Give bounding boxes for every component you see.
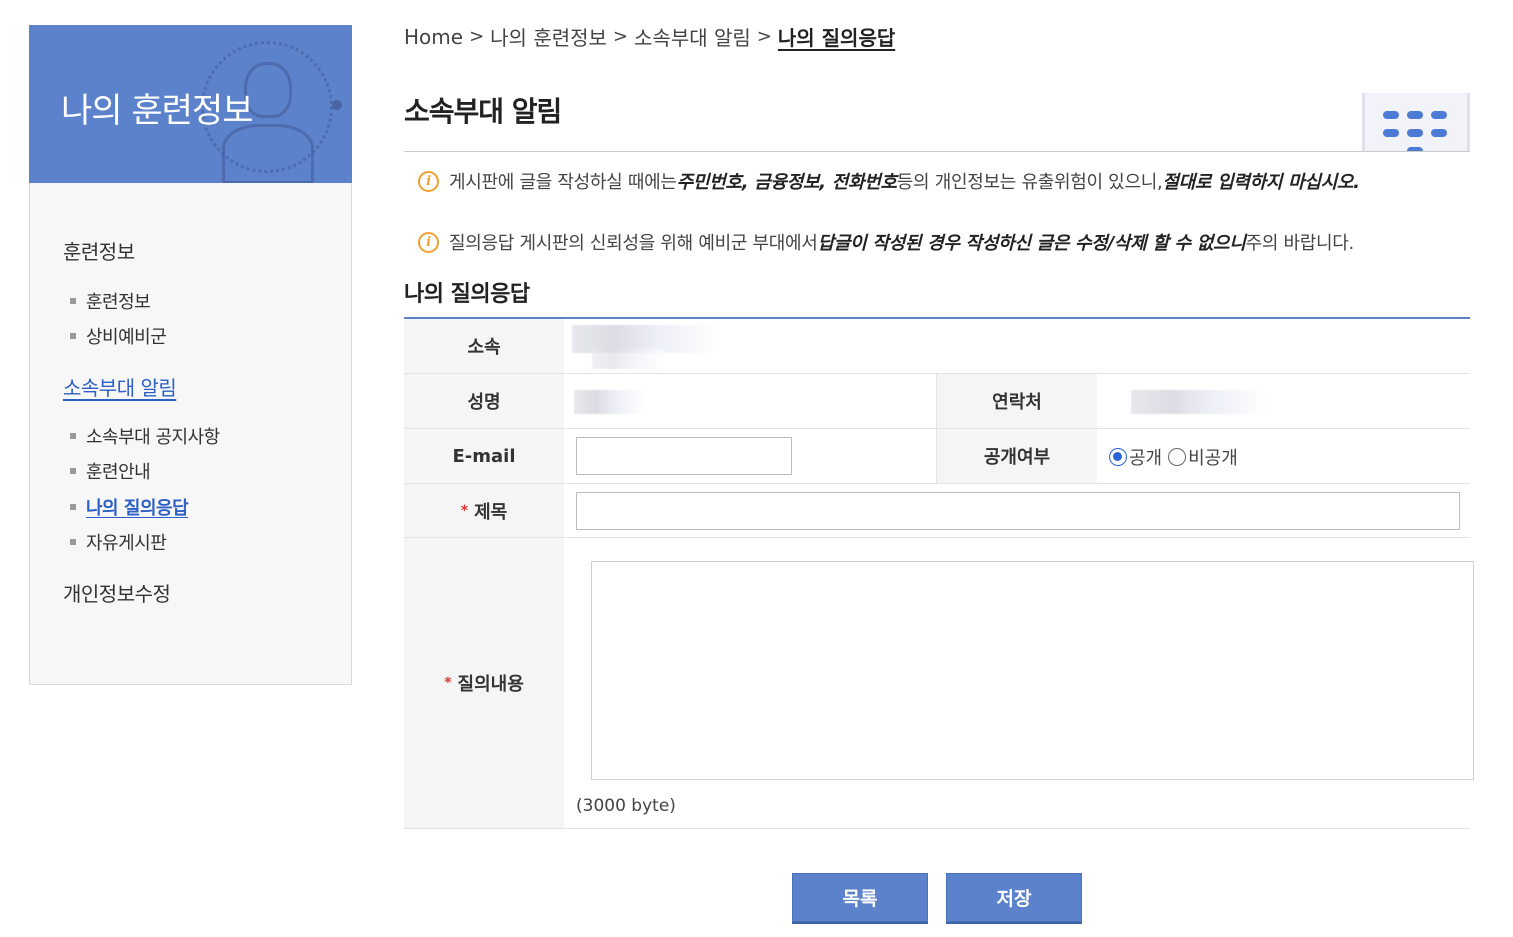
content-label: * 질의내용	[404, 538, 564, 828]
row-name-contact: 성명 연락처	[404, 374, 1470, 429]
sidebar-subitem-free-board[interactable]: 자유게시판	[70, 529, 167, 555]
subject-cell	[564, 484, 1470, 537]
affiliation-label: 소속	[404, 319, 564, 373]
byte-limit-note: (3000 byte)	[576, 796, 676, 816]
visibility-cell: 공개 비공개	[1097, 429, 1470, 483]
name-value	[564, 374, 937, 428]
privacy-notice: i 게시판에 글을 작성하실 때에는 주민번호, 금융정보, 전화번호 등의 개…	[418, 168, 1360, 194]
visibility-radio-group: 공개 비공개	[1109, 444, 1238, 470]
chevron-right-icon: >	[612, 26, 629, 47]
row-email-visibility: E-mail 공개여부 공개 비공개	[404, 429, 1470, 484]
section-title: 나의 질의응답	[404, 282, 530, 307]
sidebar-title: 나의 훈련정보	[61, 91, 253, 131]
chevron-right-icon: >	[469, 26, 485, 47]
name-label: 성명	[404, 374, 564, 428]
row-subject: * 제목	[404, 484, 1470, 538]
sidebar-subitem-training-info[interactable]: 훈련정보	[70, 288, 151, 314]
sidebar-subitem-standby-reserve[interactable]: 상비예비군	[70, 323, 167, 349]
calendar-icon	[1362, 93, 1470, 151]
sidebar-subitem-unit-announcements[interactable]: 소속부대 공지사항	[70, 423, 220, 449]
info-icon: i	[418, 170, 439, 192]
required-mark: *	[444, 675, 452, 691]
required-mark: *	[460, 502, 469, 519]
content-textarea[interactable]	[591, 561, 1474, 780]
email-input[interactable]	[576, 437, 792, 475]
page-title: 소속부대 알림	[404, 95, 562, 128]
row-affiliation: 소속	[404, 319, 1470, 374]
radio-private[interactable]	[1168, 448, 1187, 466]
breadcrumb: Home > 나의 훈련정보 > 소속부대 알림 > 나의 질의응답	[404, 22, 895, 51]
row-content: * 질의내용 (3000 byte)	[404, 538, 1474, 829]
radio-public-label[interactable]: 공개	[1129, 444, 1162, 470]
save-button[interactable]: 저장	[946, 873, 1082, 922]
subject-input[interactable]	[576, 492, 1460, 530]
radio-public[interactable]	[1109, 448, 1127, 466]
chevron-right-icon: >	[756, 26, 772, 47]
breadcrumb-home[interactable]: Home	[404, 25, 463, 49]
sidebar-item-edit-profile[interactable]: 개인정보수정	[63, 578, 171, 607]
content-cell: (3000 byte)	[564, 538, 1474, 828]
title-divider	[404, 151, 1470, 152]
contact-label: 연락처	[937, 374, 1097, 428]
info-icon: i	[418, 231, 439, 253]
qna-form: 소속 성명 연락처 E-mail 공개여부 공개 비공개 * 제목 * 질의내용…	[404, 317, 1474, 829]
edit-restriction-notice: i 질의응답 게시판의 신뢰성을 위해 예비군 부대에서 답글이 작성된 경우 …	[418, 229, 1354, 255]
sidebar-item-training-info[interactable]: 훈련정보	[63, 236, 135, 265]
email-cell	[564, 429, 937, 483]
breadcrumb-training-info[interactable]: 나의 훈련정보	[490, 22, 607, 51]
breadcrumb-unit-notice[interactable]: 소속부대 알림	[634, 22, 751, 51]
sidebar-subitem-training-guide[interactable]: 훈련안내	[70, 458, 151, 484]
sidebar: 나의 훈련정보 훈련정보 훈련정보 상비예비군 소속부대 알림 소속부대 공지사…	[29, 25, 352, 685]
breadcrumb-current[interactable]: 나의 질의응답	[778, 22, 895, 51]
sidebar-subitem-my-qna[interactable]: 나의 질의응답	[70, 494, 189, 520]
subject-label: * 제목	[404, 484, 564, 537]
sidebar-item-unit-notice[interactable]: 소속부대 알림	[63, 372, 177, 401]
radio-private-label[interactable]: 비공개	[1188, 444, 1238, 470]
contact-value	[1097, 374, 1470, 428]
email-label: E-mail	[404, 429, 564, 483]
visibility-label: 공개여부	[937, 429, 1097, 483]
list-button[interactable]: 목록	[792, 873, 928, 922]
sidebar-header: 나의 훈련정보	[29, 25, 352, 183]
affiliation-value	[564, 319, 1470, 373]
